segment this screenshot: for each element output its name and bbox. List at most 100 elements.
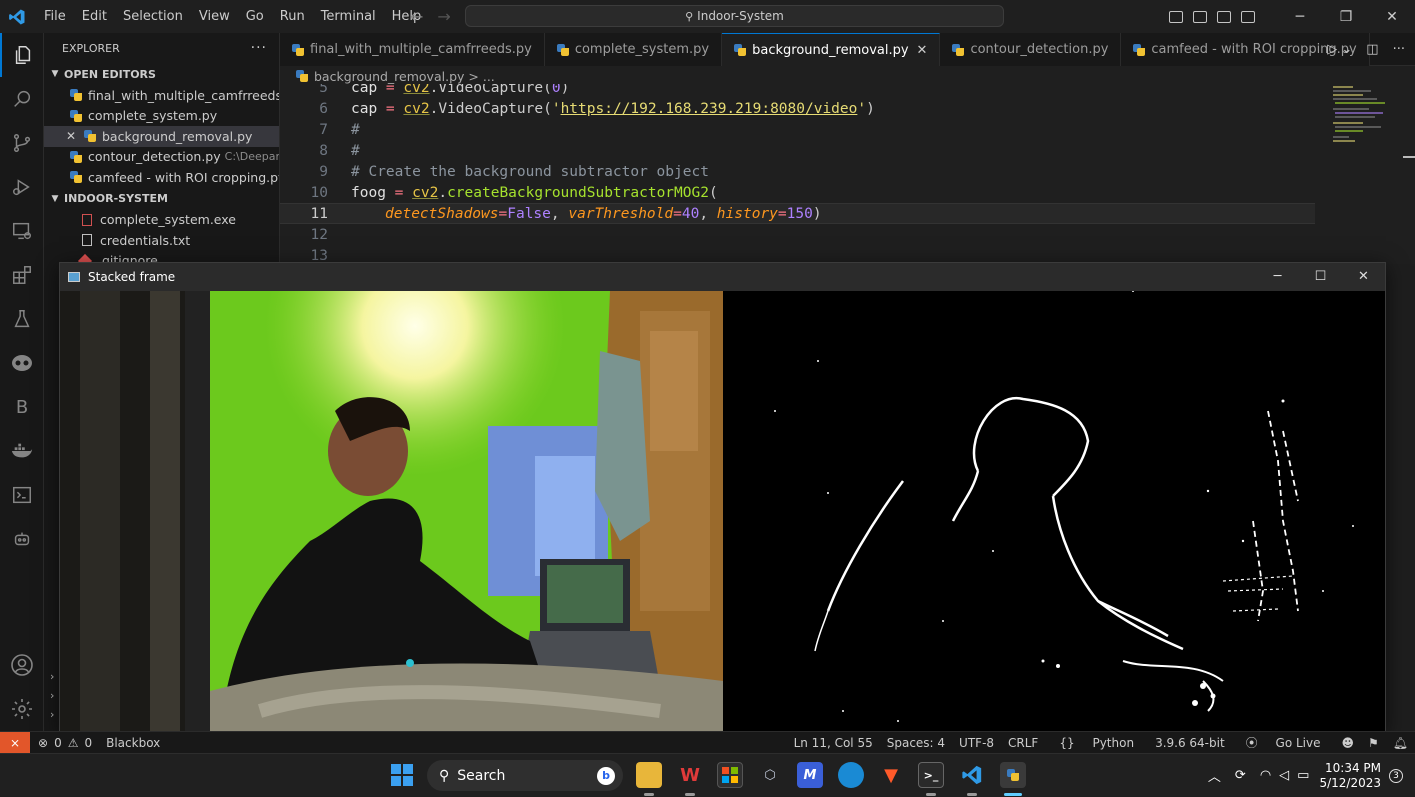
- cv-window-titlebar[interactable]: Stacked frame ─ ☐ ✕: [60, 263, 1385, 291]
- breadcrumb-file[interactable]: background_removal.py: [314, 69, 464, 84]
- scrollbar-thumb[interactable]: [1403, 156, 1415, 158]
- copilot-icon[interactable]: [0, 341, 44, 385]
- split-editor-icon[interactable]: ◫: [1366, 42, 1378, 57]
- testing-icon[interactable]: [0, 297, 44, 341]
- wps-office-icon[interactable]: W: [677, 762, 703, 788]
- restore-button[interactable]: ❐: [1323, 0, 1369, 33]
- blackbox-icon[interactable]: B: [0, 385, 44, 429]
- menu-go[interactable]: Go: [238, 0, 272, 33]
- sync-icon[interactable]: ⟳: [1235, 768, 1246, 783]
- encoding[interactable]: UTF-8: [952, 736, 1001, 750]
- warnings-icon[interactable]: ⚠: [68, 736, 79, 750]
- command-center-search[interactable]: ⚲ Indoor-System: [465, 5, 1004, 27]
- menu-edit[interactable]: Edit: [74, 0, 115, 33]
- menu-run[interactable]: Run: [272, 0, 313, 33]
- menu-selection[interactable]: Selection: [115, 0, 191, 33]
- file-tree-item[interactable]: complete_system.exe: [44, 210, 279, 231]
- file-explorer-icon[interactable]: [636, 762, 662, 788]
- run-debug-icon[interactable]: [0, 165, 44, 209]
- run-file-icon[interactable]: ▷ ⌄: [1327, 42, 1352, 57]
- python-file-icon: [296, 70, 308, 82]
- docker-icon[interactable]: [0, 429, 44, 473]
- warning-count[interactable]: 0: [84, 736, 92, 750]
- bot-icon[interactable]: [0, 517, 44, 561]
- tab-final-with-multiple-camfeeds[interactable]: final_with_multiple_camfrreeds.py: [280, 33, 545, 66]
- code-line: 10 foog = cv2.createBackgroundSubtractor…: [280, 182, 1315, 203]
- windows-start-icon[interactable]: [389, 762, 415, 788]
- cv-maximize-button[interactable]: ☐: [1299, 263, 1342, 291]
- back-arrow-icon[interactable]: ←: [410, 7, 423, 26]
- chevron-up-icon[interactable]: ︿: [1208, 766, 1221, 785]
- menu-view[interactable]: View: [191, 0, 238, 33]
- toggle-panel-icon[interactable]: [1193, 10, 1207, 23]
- cv-minimize-button[interactable]: ─: [1256, 263, 1299, 291]
- notification-badge[interactable]: 3: [1389, 768, 1403, 783]
- search-icon: ⚲: [439, 767, 450, 784]
- line-number: 6: [319, 100, 328, 117]
- close-tab-icon[interactable]: ✕: [917, 43, 928, 58]
- cursor-position[interactable]: Ln 11, Col 55: [787, 736, 880, 750]
- accounts-icon[interactable]: [0, 643, 44, 687]
- tab-background-removal[interactable]: background_removal.py ✕: [722, 33, 941, 66]
- volume-icon[interactable]: ◁: [1279, 768, 1289, 783]
- cv-close-button[interactable]: ✕: [1342, 263, 1385, 291]
- settings-gear-icon[interactable]: [0, 687, 44, 731]
- python-interpreter[interactable]: 3.9.6 64-bit: [1148, 736, 1232, 750]
- notifications-bell-icon[interactable]: 🔔︎: [1386, 736, 1415, 750]
- vscode-taskbar-icon[interactable]: [959, 762, 985, 788]
- copilot-status-icon[interactable]: ☻: [1334, 736, 1361, 750]
- minimap[interactable]: [1331, 84, 1401, 154]
- indentation[interactable]: Spaces: 4: [880, 736, 952, 750]
- toggle-secondary-sidebar-icon[interactable]: [1217, 10, 1231, 23]
- errors-icon[interactable]: ⊗: [38, 736, 48, 750]
- remote-indicator-icon[interactable]: ⨯: [0, 731, 30, 754]
- math-app-icon[interactable]: M: [797, 762, 823, 788]
- remote-explorer-icon[interactable]: [0, 209, 44, 253]
- python-app-icon[interactable]: [1000, 762, 1026, 788]
- language-mode[interactable]: {} Python: [1045, 736, 1148, 750]
- forward-arrow-icon[interactable]: →: [437, 7, 450, 26]
- brave-browser-icon[interactable]: ▼: [878, 762, 904, 788]
- project-section[interactable]: ▼ INDOOR-SYSTEM: [44, 188, 279, 210]
- edge-browser-icon[interactable]: [838, 762, 864, 788]
- terminal-app-icon[interactable]: >_: [918, 762, 944, 788]
- feedback-icon[interactable]: ⚑: [1361, 736, 1386, 750]
- more-actions-icon[interactable]: ···: [1393, 42, 1405, 57]
- customize-layout-icon[interactable]: [1241, 10, 1255, 23]
- tab-complete-system[interactable]: complete_system.py: [544, 33, 723, 66]
- extensions-icon[interactable]: [0, 253, 44, 297]
- open-editor-item[interactable]: camfeed - with ROI cropping.py...: [44, 167, 279, 188]
- open-editors-section[interactable]: ▼ OPEN EDITORS: [44, 63, 279, 85]
- open-editor-item-active[interactable]: ✕ background_removal.py: [44, 126, 279, 147]
- blackbox-status[interactable]: Blackbox: [106, 736, 160, 750]
- unity-icon[interactable]: ⬡: [757, 762, 783, 788]
- open-editor-item[interactable]: contour_detection.py C:\Deepan...: [44, 147, 279, 168]
- taskbar-search[interactable]: ⚲ Search b: [427, 760, 623, 791]
- microsoft-store-icon[interactable]: [717, 762, 743, 788]
- end-of-line[interactable]: CRLF: [1001, 736, 1045, 750]
- file-tree-item[interactable]: credentials.txt: [44, 230, 279, 251]
- menu-file[interactable]: File: [36, 0, 74, 33]
- open-editor-item[interactable]: complete_system.py: [44, 106, 279, 127]
- close-button[interactable]: ✕: [1369, 0, 1415, 33]
- source-control-icon[interactable]: [0, 121, 44, 165]
- tab-contour-detection[interactable]: contour_detection.py: [940, 33, 1122, 66]
- more-actions-icon[interactable]: ···: [251, 40, 267, 56]
- explorer-icon[interactable]: [0, 33, 44, 77]
- open-editor-item[interactable]: final_with_multiple_camfrreeds....: [44, 85, 279, 106]
- terminal-icon[interactable]: [0, 473, 44, 517]
- system-clock[interactable]: 10:34 PM 5/12/2023: [1319, 761, 1381, 791]
- error-count[interactable]: 0: [54, 736, 62, 750]
- wifi-icon[interactable]: ◠: [1260, 768, 1271, 783]
- opencv-window[interactable]: Stacked frame ─ ☐ ✕: [59, 262, 1386, 733]
- go-live-button[interactable]: ⦿ Go Live: [1232, 734, 1335, 751]
- minimize-button[interactable]: ─: [1277, 0, 1323, 33]
- search-icon[interactable]: [0, 77, 44, 121]
- code-editor[interactable]: 5 cap = cv2.VideoCapture(0) 6 cap = cv2.…: [280, 84, 1415, 264]
- battery-icon[interactable]: ▭: [1297, 768, 1309, 783]
- close-icon[interactable]: ✕: [66, 129, 84, 143]
- toggle-sidebar-icon[interactable]: [1169, 10, 1183, 23]
- clock-date: 5/12/2023: [1319, 775, 1381, 790]
- menu-terminal[interactable]: Terminal: [313, 0, 384, 33]
- breadcrumb-rest[interactable]: > ...: [468, 69, 494, 84]
